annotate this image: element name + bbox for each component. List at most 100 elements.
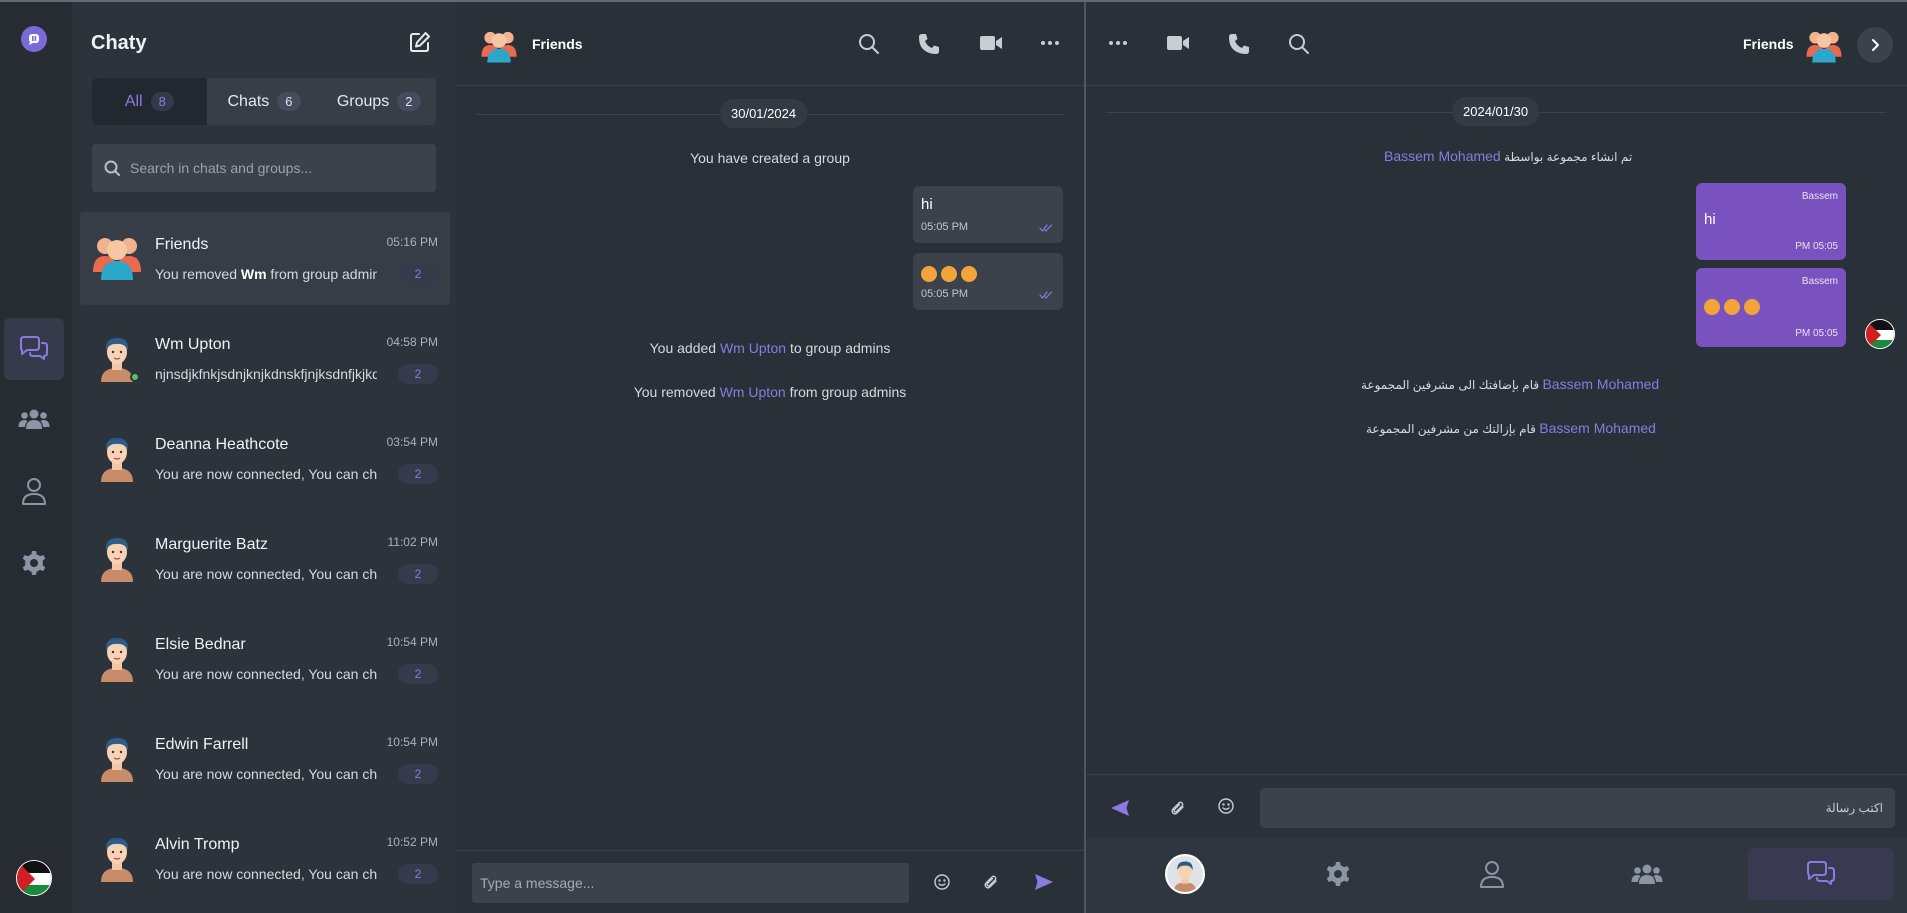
compose-button[interactable]: [409, 31, 431, 53]
back-button[interactable]: [1857, 27, 1893, 63]
attach-button[interactable]: [983, 874, 999, 890]
edit-icon: [409, 31, 431, 53]
rail-profile-button[interactable]: [4, 460, 64, 522]
chat-search-button[interactable]: [858, 33, 880, 55]
tab-chats[interactable]: Chats 6: [207, 78, 322, 125]
user-link[interactable]: Bassem Mohamed: [1539, 420, 1656, 436]
system-message: Bassem Mohamed قام بإزالتك من مشرفين الم…: [1366, 420, 1656, 436]
user-link[interactable]: Bassem Mohamed: [1384, 148, 1501, 164]
online-indicator: [130, 372, 140, 382]
preview-bold: Wm: [240, 266, 267, 282]
phone-icon: [918, 33, 940, 55]
chat-time: 10:54 PM: [386, 735, 438, 749]
message-input[interactable]: [472, 863, 909, 903]
more-options-button[interactable]: [1040, 33, 1060, 53]
double-check-icon: [1039, 291, 1053, 299]
smile-emoji-icon: [941, 266, 957, 282]
app-logo-icon[interactable]: [21, 26, 47, 52]
chat-title: Friends: [1743, 36, 1794, 52]
chat-preview: You removed Wm from group admins: [155, 266, 377, 282]
chat-bubbles-icon: [1805, 860, 1837, 888]
chat-window: Friends 30/01/2024 You have created a gr…: [456, 2, 1084, 913]
rail-groups-button[interactable]: [4, 388, 64, 450]
search-icon: [1288, 33, 1310, 55]
tab-count: 2: [397, 92, 421, 111]
smile-icon: [1218, 798, 1234, 814]
bottom-nav-chats[interactable]: [1748, 848, 1894, 900]
rail-settings-button[interactable]: [4, 532, 64, 594]
left-rail: [0, 2, 72, 913]
chat-title: Friends: [532, 36, 583, 52]
user-avatar: [91, 430, 143, 482]
system-message: تم انشاء مجموعة بواسطة Bassem Mohamed: [1384, 148, 1632, 164]
message-bubble[interactable]: Bassem PM 05:05: [1696, 268, 1846, 347]
user-link[interactable]: Wm Upton: [720, 384, 786, 400]
chat-time: 11:02 PM: [387, 535, 438, 549]
send-button[interactable]: [1034, 873, 1054, 891]
tab-all[interactable]: All 8: [92, 78, 207, 125]
chat-list-item[interactable]: Friends 05:16 PM You removed Wm from gro…: [80, 212, 450, 305]
sender-avatar[interactable]: [1865, 319, 1895, 349]
user-link[interactable]: Wm Upton: [720, 340, 786, 356]
chat-search-button[interactable]: [1288, 33, 1310, 55]
send-icon: [1110, 799, 1130, 817]
chat-list-item[interactable]: Wm Upton 04:58 PM njnsdjkfnkjsdnjknjkdns…: [80, 312, 450, 412]
more-options-button[interactable]: [1108, 33, 1128, 53]
system-text: قام بإزالتك من مشرفين المجموعة: [1366, 422, 1536, 436]
user-avatar[interactable]: [16, 860, 52, 896]
filter-tabs: All 8 Chats 6 Groups 2: [92, 78, 436, 125]
chat-preview: You are now connected, You can chat now: [155, 866, 377, 882]
smile-emoji-icon: [1704, 299, 1720, 315]
chat-list-item[interactable]: Alvin Tromp 10:52 PM You are now connect…: [80, 812, 450, 912]
emoji-button[interactable]: [934, 874, 950, 890]
users-icon: [18, 407, 50, 431]
message-text: hi: [1704, 211, 1716, 228]
emoji-button[interactable]: [1218, 798, 1234, 814]
chat-preview: njnsdjkfnkjsdnjknjkdnskfjnjksdnfjkjkdnfj…: [155, 366, 377, 382]
system-text: تم انشاء مجموعة بواسطة: [1504, 150, 1633, 164]
app-title: Chaty: [91, 32, 147, 54]
bottom-nav-profile[interactable]: [1422, 848, 1562, 900]
chat-name: Deanna Heathcote: [155, 436, 289, 453]
user-avatar: [1165, 854, 1205, 894]
send-button[interactable]: [1110, 799, 1130, 817]
rail-chats-button[interactable]: [4, 318, 64, 380]
tab-groups[interactable]: Groups 2: [321, 78, 436, 125]
voice-call-button[interactable]: [1228, 33, 1250, 55]
rtl-chat-header: Friends: [1086, 2, 1907, 86]
message-bubble[interactable]: 05:05 PM: [913, 253, 1063, 310]
message-input[interactable]: [1260, 788, 1895, 828]
system-text: from group admins: [785, 384, 907, 400]
search-input[interactable]: [130, 160, 420, 176]
bottom-nav-settings[interactable]: [1268, 848, 1408, 900]
message-text: hi: [921, 196, 933, 213]
chat-list-item[interactable]: Marguerite Batz 11:02 PM You are now con…: [80, 512, 450, 612]
user-link[interactable]: Bassem Mohamed: [1542, 376, 1659, 392]
video-call-button[interactable]: [979, 33, 1003, 53]
chat-name: Friends: [155, 236, 209, 253]
chat-list: Friends 05:16 PM You removed Wm from gro…: [80, 212, 450, 912]
chat-time: 04:58 PM: [386, 335, 438, 349]
attach-button[interactable]: [1170, 800, 1186, 816]
user-avatar: [91, 630, 143, 682]
more-horizontal-icon: [1108, 33, 1128, 53]
bottom-nav-profile-avatar[interactable]: [1115, 848, 1255, 900]
voice-call-button[interactable]: [918, 33, 940, 55]
sender-name: Bassem: [1801, 276, 1838, 287]
message-bubble[interactable]: Bassem hi PM 05:05: [1696, 183, 1846, 260]
date-pill: 2024/01/30: [1452, 97, 1540, 126]
chevron-right-icon: [1869, 38, 1881, 52]
chat-time: 10:54 PM: [386, 635, 438, 649]
user-icon: [1479, 860, 1505, 888]
video-call-button[interactable]: [1166, 33, 1190, 53]
date-pill: 30/01/2024: [720, 99, 808, 128]
chat-list-item[interactable]: Edwin Farrell 10:54 PM You are now conne…: [80, 712, 450, 812]
chat-list-item[interactable]: Elsie Bednar 10:54 PM You are now connec…: [80, 612, 450, 712]
system-message: Bassem Mohamed قام بإضافتك الى مشرفين ال…: [1361, 376, 1659, 392]
chat-list-item[interactable]: Deanna Heathcote 03:54 PM You are now co…: [80, 412, 450, 512]
bottom-nav-groups[interactable]: [1577, 848, 1717, 900]
group-avatar[interactable]: [1804, 26, 1844, 64]
message-bubble[interactable]: hi 05:05 PM: [913, 186, 1063, 243]
unread-badge: 2: [398, 364, 438, 384]
group-avatar[interactable]: [479, 26, 519, 64]
